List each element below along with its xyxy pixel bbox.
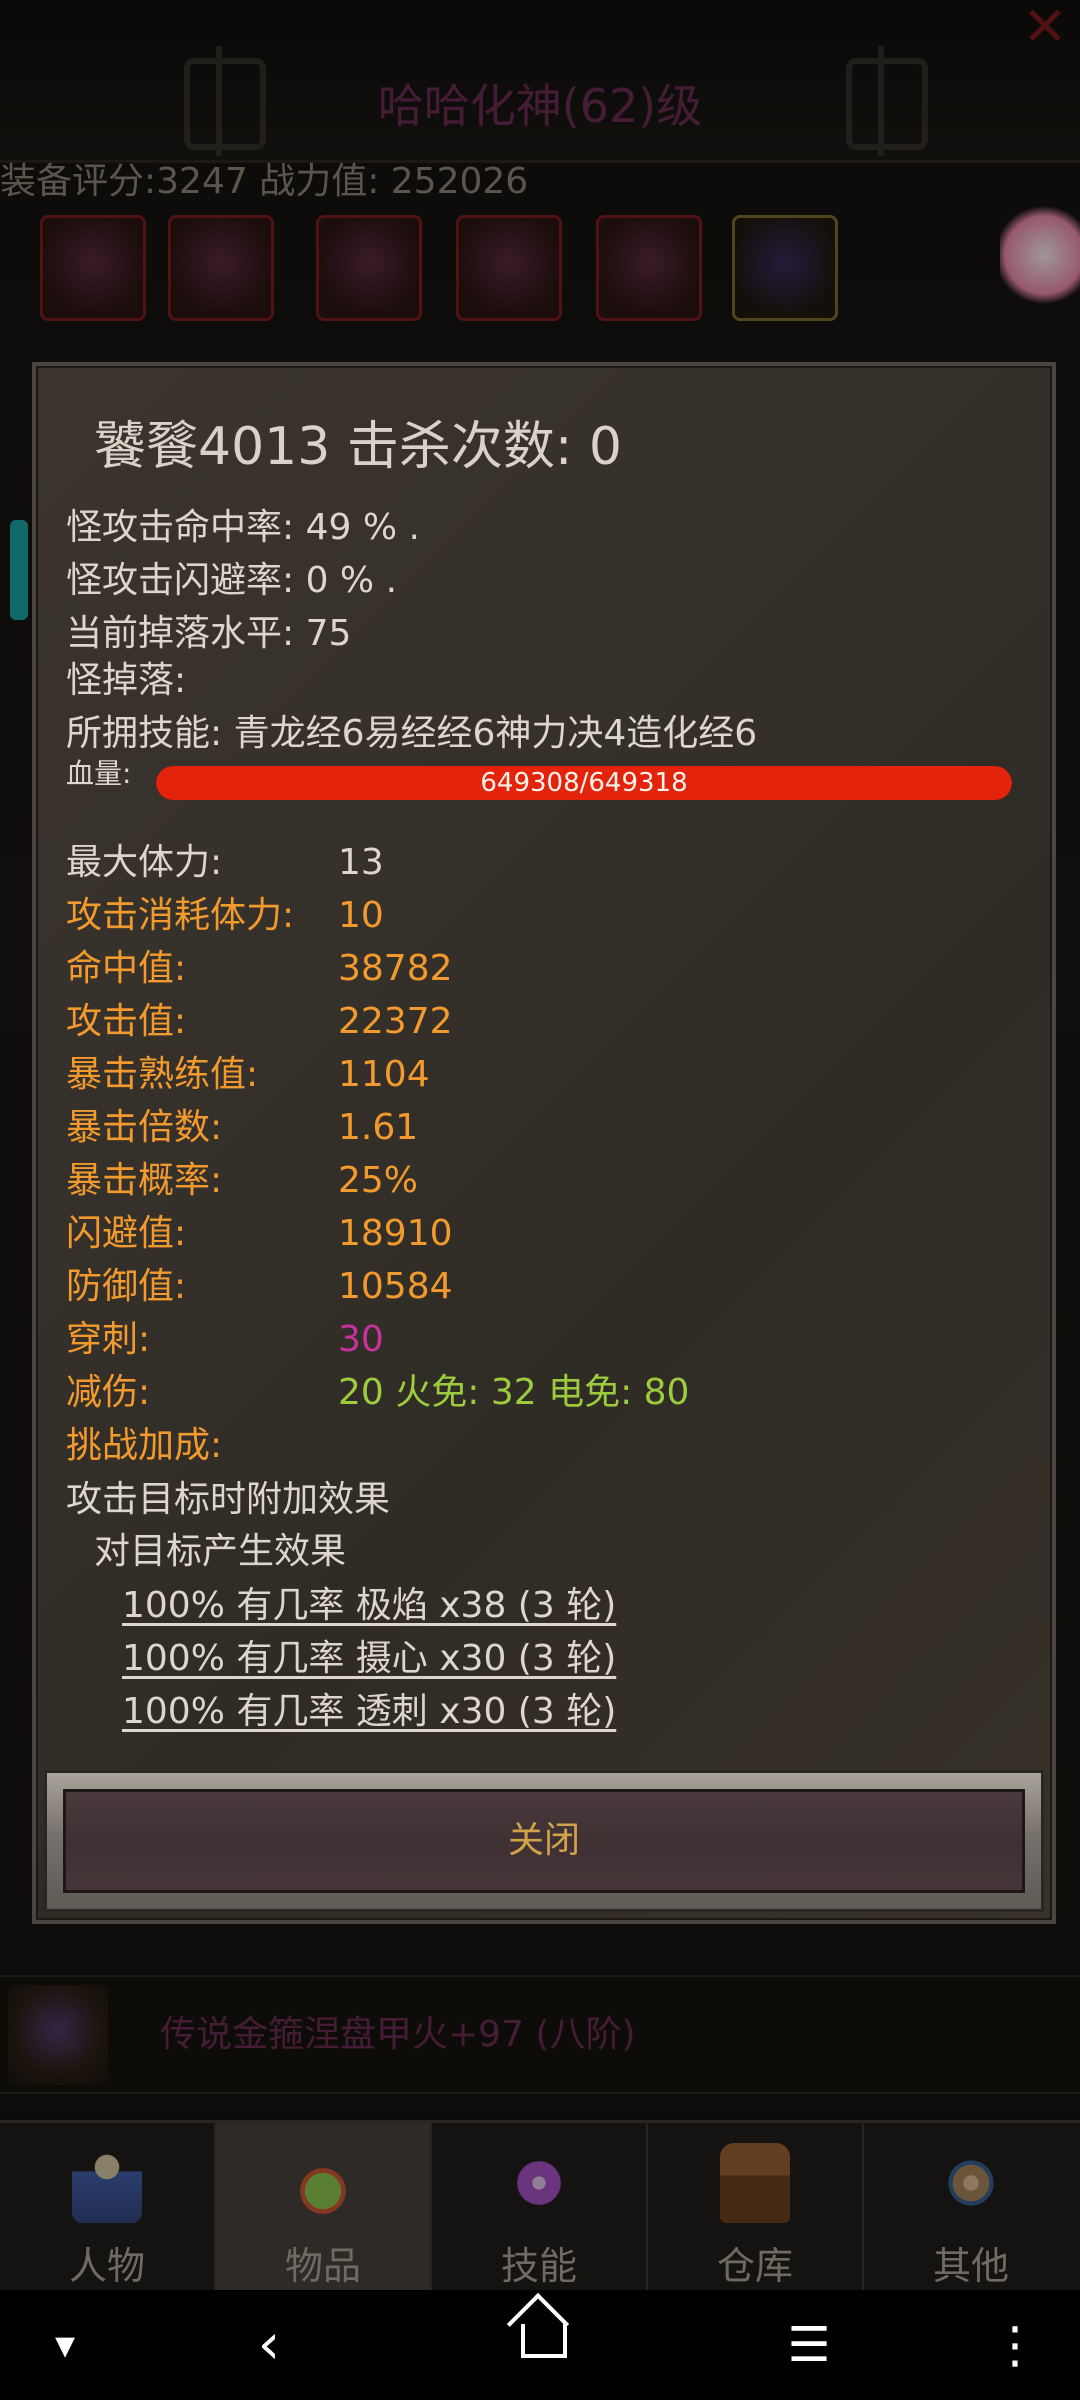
system-navigation-bar: ▾ ‹ ☰ ⋮ (0, 2290, 1080, 2400)
stat-value: 38782 (338, 948, 453, 989)
stat-value: 22372 (338, 1001, 453, 1042)
close-button-label: 关闭 (507, 1820, 580, 1861)
stat-label: 暴击熟练值: (66, 1054, 259, 1095)
stat-row-stamina-cost: 攻击消耗体力: 10 (66, 891, 1016, 941)
stat-label: 命中值: (66, 948, 187, 989)
tab-label: 技能 (500, 2244, 577, 2288)
other-icon (936, 2143, 1006, 2223)
drops-line: 怪掉落: (66, 660, 187, 701)
stat-label: 防御值: (66, 1266, 187, 1307)
stat-value: 1104 (338, 1054, 430, 1095)
stat-row-challenge-bonus: 挑战加成: (66, 1421, 1016, 1471)
stat-row-crit-chance: 暴击概率: 25% (66, 1156, 1016, 1206)
effects-subheading: 对目标产生效果 (94, 1531, 347, 1572)
stat-value: 10 (338, 895, 384, 936)
stat-label: 暴击概率: (66, 1160, 223, 1201)
drop-level-line: 当前掉落水平: 75 (66, 613, 352, 654)
tab-label: 物品 (284, 2244, 361, 2288)
stat-row-pierce: 穿刺: 30 (66, 1315, 1016, 1365)
skills-line: 所拥技能: 青龙经6易经经6神力决4造化经6 (66, 713, 758, 754)
hp-value: 649308/649318 (480, 768, 688, 798)
stat-value: 13 (338, 842, 384, 883)
tab-label: 仓库 (716, 2244, 793, 2288)
recents-icon[interactable]: ☰ (774, 2310, 844, 2380)
stat-label: 暴击倍数: (66, 1107, 223, 1148)
tab-label: 其他 (932, 2244, 1009, 2288)
stat-label: 攻击值: (66, 1001, 187, 1042)
stat-row-crit-multiplier: 暴击倍数: 1.61 (66, 1103, 1016, 1153)
stat-label: 挑战加成: (66, 1425, 223, 1466)
stat-label: 减伤: (66, 1372, 151, 1413)
stat-row-dodge: 闪避值: 18910 (66, 1209, 1016, 1259)
stat-row-damage-reduction: 减伤: 20 火免: 32 电免: 80 (66, 1368, 1016, 1418)
effect-link[interactable]: 100% 有几率 透刺 x30 (3 轮) (122, 1687, 616, 1737)
game-screen: 哈哈化神(62)级 ✕ 装备评分:3247 战力值: 252026 传说金箍涅盘… (0, 0, 1080, 2400)
stat-value: 25% (338, 1160, 419, 1201)
tab-other[interactable]: 其他 (864, 2123, 1078, 2293)
effect-link[interactable]: 100% 有几率 极焰 x38 (3 轮) (122, 1581, 616, 1631)
character-icon (72, 2143, 142, 2223)
keyboard-down-icon[interactable]: ▾ (30, 2310, 100, 2380)
dodge-rate-line: 怪攻击闪避率: 0 % . (66, 560, 398, 601)
stat-value: 18910 (338, 1213, 453, 1254)
items-icon (288, 2143, 358, 2223)
tab-warehouse[interactable]: 仓库 (648, 2123, 864, 2293)
stat-label: 穿刺: (66, 1319, 151, 1360)
stat-value: 10584 (338, 1266, 453, 1307)
stat-row-max-stamina: 最大体力: 13 (66, 838, 1016, 888)
tab-items[interactable]: 物品 (216, 2123, 432, 2293)
stat-value: 20 火免: 32 电免: 80 (338, 1372, 690, 1413)
monster-title: 饕餮4013 击杀次数: 0 (94, 417, 622, 477)
warehouse-icon (720, 2143, 790, 2223)
stat-row-crit-skill: 暴击熟练值: 1104 (66, 1050, 1016, 1100)
bottom-tab-bar: 人物 物品 技能 仓库 其他 (0, 2120, 1080, 2293)
tab-label: 人物 (68, 2244, 145, 2288)
stat-label: 闪避值: (66, 1213, 187, 1254)
monster-info-dialog: 饕餮4013 击杀次数: 0 怪攻击命中率: 49 % . 怪攻击闪避率: 0 … (32, 362, 1056, 1924)
effect-link[interactable]: 100% 有几率 摄心 x30 (3 轮) (122, 1634, 616, 1684)
close-button[interactable]: 关闭 (63, 1789, 1025, 1893)
stat-row-defense: 防御值: 10584 (66, 1262, 1016, 1312)
stat-row-attack: 攻击值: 22372 (66, 997, 1016, 1047)
hp-label: 血量: (66, 757, 132, 790)
stat-row-hit: 命中值: 38782 (66, 944, 1016, 994)
stat-label: 攻击消耗体力: (66, 895, 295, 936)
effects-heading: 攻击目标时附加效果 (66, 1479, 391, 1520)
hit-rate-line: 怪攻击命中率: 49 % . (66, 507, 420, 548)
back-icon[interactable]: ‹ (234, 2310, 304, 2380)
stat-value: 30 (338, 1319, 384, 1360)
more-options-icon[interactable]: ⋮ (980, 2310, 1050, 2380)
close-button-frame: 关闭 (44, 1770, 1044, 1912)
stat-value: 1.61 (338, 1107, 419, 1148)
tab-skills[interactable]: 技能 (432, 2123, 648, 2293)
stat-label: 最大体力: (66, 842, 223, 883)
skills-icon (504, 2143, 574, 2223)
hp-bar: 649308/649318 (156, 766, 1012, 800)
tab-character[interactable]: 人物 (0, 2123, 216, 2293)
